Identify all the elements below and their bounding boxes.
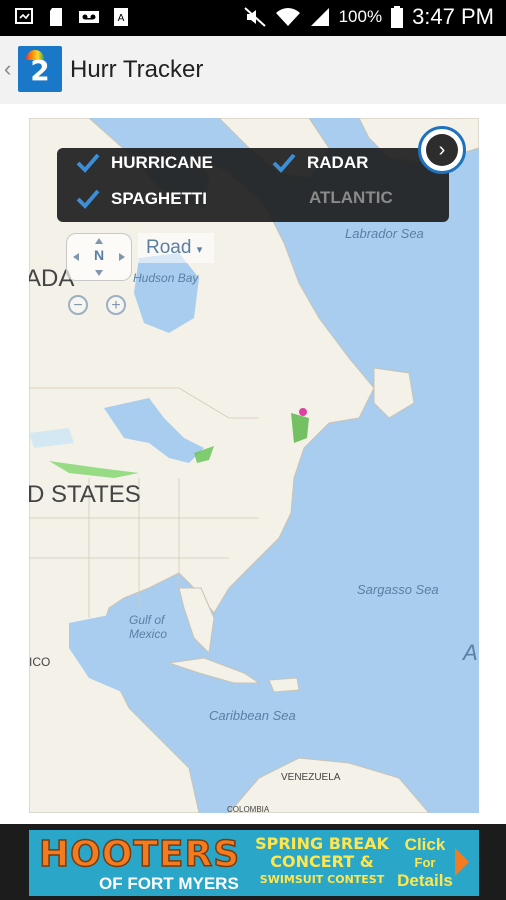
option-spaghetti-label: SPAGHETTI (111, 189, 208, 208)
zoom-out-icon[interactable]: − (68, 295, 88, 315)
option-hurricane[interactable]: HURRICANE (75, 152, 213, 174)
ad-line3: SWIMSUIT CONTEST (259, 873, 385, 886)
compass-label: N (93, 247, 105, 263)
check-icon (76, 153, 100, 173)
screenshot-icon (15, 8, 33, 24)
sd-card-icon (50, 8, 62, 26)
ad-brand: HOOTERS (38, 833, 241, 876)
label-gulf-line1: Gulf of (129, 613, 166, 627)
label-gulf-line2: Mexico (129, 627, 167, 641)
ad-banner[interactable]: HOOTERS OF FORT MYERS SPRING BREAK CONCE… (29, 830, 479, 896)
map-canvas[interactable]: ADA Labrador Sea Hudson Bay D STATES Sar… (29, 118, 479, 813)
option-hurricane-label: HURRICANE (111, 153, 213, 172)
label-hudson-bay: Hudson Bay (133, 271, 199, 285)
status-left-icons: A (14, 6, 132, 28)
battery-percent: 100% (338, 7, 383, 26)
ad-cta[interactable]: Click For Details (397, 836, 453, 890)
signal-icon (310, 8, 329, 26)
chevron-down-icon: ▾ (196, 244, 203, 256)
option-spaghetti[interactable]: SPAGHETTI (75, 188, 207, 210)
app-title: Hurr Tracker (70, 56, 204, 83)
map-style-label: Road (146, 237, 192, 258)
label-mexico: ICO (29, 655, 50, 669)
keyboard-icon: A (114, 8, 128, 26)
label-sargasso-sea: Sargasso Sea (357, 582, 439, 597)
layers-panel: HURRICANE RADAR SPAGHETTI ATLANTIC (57, 148, 449, 222)
label-united-states: D STATES (29, 481, 141, 508)
logo-text: 2 (30, 54, 50, 87)
ad-headline: SPRING BREAK CONCERT & SWIMSUIT CONTEST (251, 835, 393, 889)
chevron-right-icon: › (426, 134, 458, 166)
map-view[interactable]: ADA Labrador Sea Hudson Bay D STATES Sar… (29, 118, 479, 813)
label-atlantic-edge: A (461, 640, 478, 665)
check-icon (272, 153, 296, 173)
check-icon (76, 189, 100, 209)
ad-cta1: Click (404, 835, 446, 854)
zoom-in-icon[interactable]: + (106, 295, 126, 315)
label-venezuela: VENEZUELA (281, 772, 341, 783)
svg-text:A: A (118, 13, 125, 24)
chevron-left-icon[interactable]: ‹ (4, 56, 11, 82)
battery-icon (391, 6, 404, 28)
option-atlantic[interactable]: ATLANTIC (309, 188, 393, 208)
status-right-icons: 100% 3:47 PM (243, 4, 494, 30)
clock: 3:47 PM (412, 4, 494, 29)
label-labrador-sea: Labrador Sea (345, 226, 424, 241)
wifi-icon (275, 8, 300, 26)
ad-cta3: Details (397, 871, 453, 890)
ad-cta2: For (414, 855, 436, 870)
label-colombia: COLOMBIA (227, 805, 270, 813)
play-arrow-icon (455, 848, 469, 876)
station-logo[interactable]: 2 (18, 46, 62, 92)
ad-location: OF FORT MYERS (99, 874, 239, 893)
compass-control[interactable]: N (66, 233, 132, 281)
mute-icon (243, 7, 266, 27)
ad-line2: CONCERT & (270, 852, 374, 871)
option-atlantic-label: ATLANTIC (309, 188, 393, 207)
hispaniola (268, 677, 300, 693)
label-caribbean-sea: Caribbean Sea (209, 708, 296, 723)
ad-line1: SPRING BREAK (255, 834, 389, 853)
voicemail-icon (79, 11, 99, 23)
panel-next-button[interactable]: › (418, 126, 466, 174)
option-radar[interactable]: RADAR (271, 152, 368, 174)
app-bar: ‹ 2 Hurr Tracker (0, 36, 506, 104)
option-radar-label: RADAR (307, 153, 369, 172)
map-style-dropdown[interactable]: Road ▾ (138, 233, 214, 263)
status-bar: A 100% 3:47 PM (0, 0, 506, 36)
